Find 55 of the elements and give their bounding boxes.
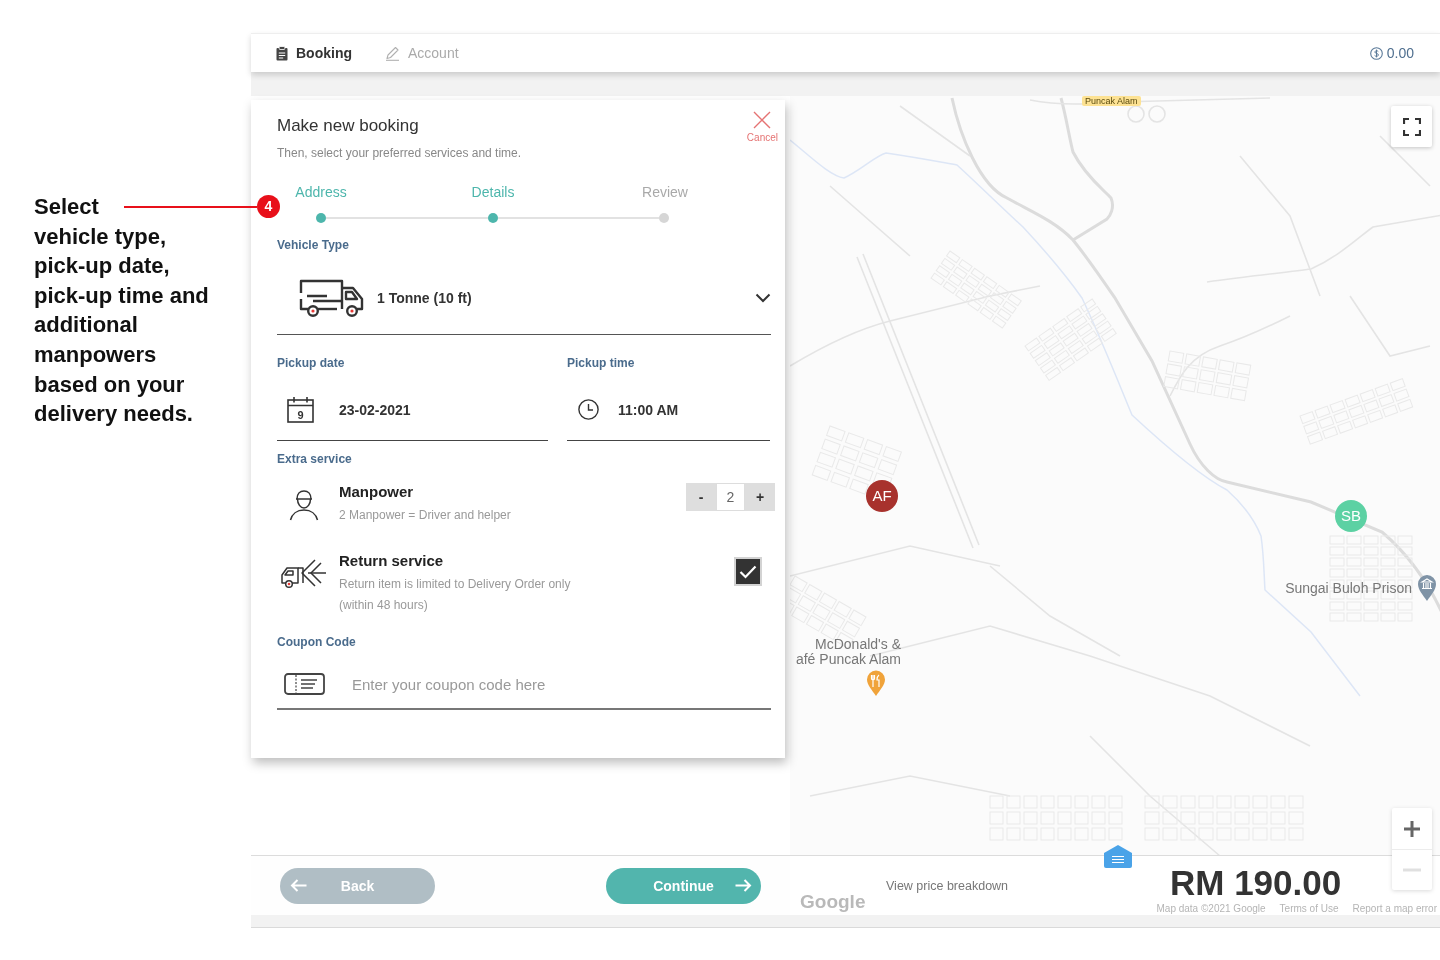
pencil-icon bbox=[385, 45, 400, 61]
ticket-icon bbox=[284, 673, 325, 695]
annotation-text: Select bbox=[34, 193, 99, 221]
time-field[interactable]: 11:00 AM bbox=[567, 371, 770, 441]
date-field[interactable]: 9 23-02-2021 bbox=[277, 371, 548, 441]
service-description: (within 48 hours) bbox=[339, 596, 429, 614]
field-label: Coupon Code bbox=[277, 634, 357, 650]
price-breakdown-link[interactable]: View price breakdown bbox=[886, 878, 1009, 893]
service-title: Return service bbox=[339, 551, 445, 571]
map-provider-logo: Google bbox=[800, 891, 866, 913]
checkmark-icon bbox=[739, 564, 757, 579]
nav-tab[interactable]: Booking bbox=[276, 45, 352, 61]
map-marker[interactable]: AF bbox=[866, 480, 898, 512]
checkbox[interactable] bbox=[734, 557, 762, 586]
chevron-down-icon bbox=[755, 292, 771, 303]
handle-tab-icon[interactable] bbox=[1104, 845, 1132, 868]
restaurant-pin-icon[interactable] bbox=[866, 670, 886, 697]
decrement-button[interactable]: - bbox=[686, 483, 716, 511]
field-label: Pickup time bbox=[567, 355, 636, 371]
service-description: Return item is limited to Delivery Order only bbox=[339, 575, 572, 593]
annotation-text: vehicle type, pick-up date, pick-up time and additional manpowers based on your delivery needs. bbox=[34, 222, 210, 429]
place-label: McDonald's & afé Puncak Alam bbox=[795, 637, 901, 667]
fullscreen-button[interactable] bbox=[1391, 106, 1432, 147]
calendar-icon: 9 bbox=[287, 396, 314, 423]
dollar-coin-icon bbox=[1369, 46, 1383, 60]
step-label: Details bbox=[471, 183, 515, 201]
field-label: Pickup date bbox=[277, 355, 346, 371]
cancel-button[interactable]: Cancel bbox=[746, 111, 778, 144]
arrow-left-icon bbox=[289, 879, 307, 892]
coupon-field[interactable]: Enter your coupon code here bbox=[352, 672, 771, 696]
vehicle-select[interactable]: 1 Tonne (10 ft) bbox=[277, 253, 771, 335]
fullscreen-icon bbox=[1402, 117, 1421, 136]
price-total: RM 190.00 bbox=[1170, 862, 1342, 903]
plus-icon bbox=[1403, 819, 1421, 838]
field-label: Extra service bbox=[277, 451, 353, 467]
service-title: Manpower bbox=[339, 482, 415, 502]
person-icon bbox=[288, 488, 319, 521]
balance-amount: 0.00 bbox=[1386, 45, 1414, 61]
landmark-pin-icon[interactable] bbox=[1417, 574, 1437, 602]
field-label: Vehicle Type bbox=[277, 237, 350, 253]
increment-button[interactable]: + bbox=[745, 483, 775, 511]
road-label: Puncak Alam bbox=[1082, 96, 1141, 106]
place-label: Sungai Buloh Prison bbox=[1285, 580, 1412, 596]
panel-title: Make new booking bbox=[277, 115, 420, 137]
arrow-right-icon bbox=[734, 879, 752, 892]
close-icon bbox=[753, 111, 772, 129]
service-description: 2 Manpower = Driver and helper bbox=[339, 506, 512, 524]
truck-arrow-icon bbox=[280, 557, 327, 590]
step-label: Address bbox=[295, 183, 347, 201]
quantity-field[interactable]: 2 bbox=[716, 483, 745, 511]
clock-icon bbox=[578, 399, 599, 420]
clipboard-icon bbox=[276, 45, 288, 61]
step-label: Review bbox=[642, 183, 688, 201]
continue-button[interactable]: Continue bbox=[606, 867, 761, 904]
panel-subtitle: Then, select your preferred services and time. bbox=[277, 145, 522, 161]
